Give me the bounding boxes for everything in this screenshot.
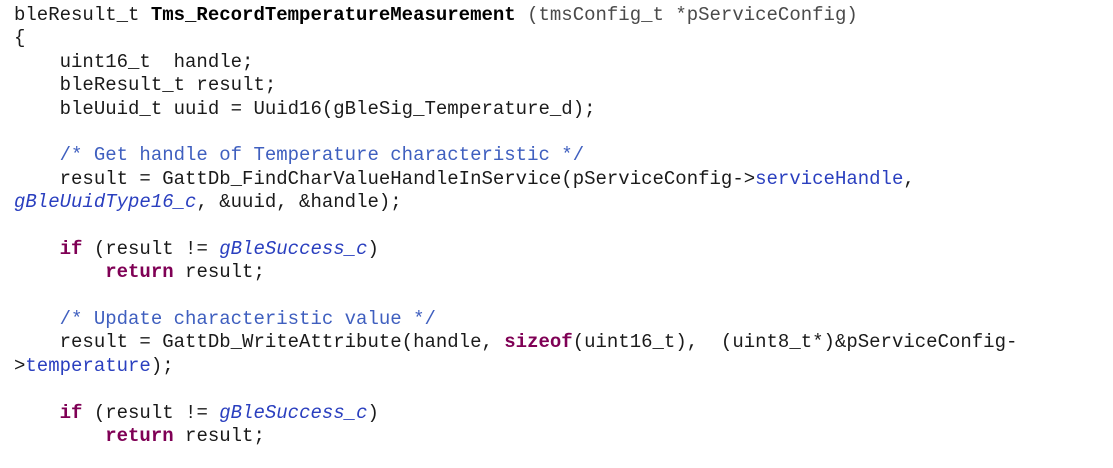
code-token: result = GattDb_WriteAttribute(handle, — [14, 331, 505, 354]
code-token: result; — [173, 261, 265, 284]
code-token: gBleSuccess_c — [219, 237, 368, 260]
code-line: { — [14, 27, 1017, 50]
code-token: uint16_t handle; — [14, 50, 254, 73]
code-token: { — [14, 27, 26, 50]
code-token: return — [105, 261, 174, 284]
code-token: ); — [150, 354, 174, 377]
code-line: uint16_t handle; — [14, 51, 1017, 74]
code-token: Tms_RecordTemperatureMeasurement — [150, 4, 516, 26]
code-token: /* Get handle of Temperature characteris… — [59, 144, 585, 167]
code-line: result = GattDb_FindCharValueHandleInSer… — [14, 168, 1017, 191]
code-token: (result != — [82, 401, 220, 424]
code-token: return — [105, 425, 174, 448]
code-line: gBleUuidType16_c, &uuid, &handle); — [14, 191, 1017, 214]
code-token: ) — [367, 401, 379, 424]
code-line: bleResult_t Tms_RecordTemperatureMeasure… — [14, 4, 1017, 27]
code-token: (uint16_t), (uint8_t*)&pServiceConfig- — [572, 331, 1018, 354]
code-token: temperature — [25, 354, 151, 377]
code-token: bleResult_t result; — [14, 74, 277, 97]
code-token: bleResult_t — [14, 4, 151, 26]
code-token: (tmsConfig_t *pServiceConfig) — [515, 4, 858, 26]
code-token: gBleSuccess_c — [219, 401, 368, 424]
code-token: result; — [173, 425, 265, 448]
code-token: , — [903, 167, 915, 190]
code-token: ) — [367, 237, 379, 260]
code-token: result = GattDb_FindCharValueHandleInSer… — [14, 167, 756, 190]
code-line: bleResult_t result; — [14, 74, 1017, 97]
code-line: /* Get handle of Temperature characteris… — [14, 144, 1017, 167]
code-token: , &uuid, &handle); — [196, 191, 402, 214]
code-token: (result != — [82, 237, 220, 260]
code-token: bleUuid_t uuid = Uuid16(gBleSig_Temperat… — [14, 97, 596, 120]
code-line: if (result != gBleSuccess_c) — [14, 402, 1017, 425]
code-line: result = GattDb_WriteAttribute(handle, s… — [14, 331, 1018, 354]
code-token: /* Update characteristic value */ — [59, 308, 436, 331]
code-listing: bleResult_t Tms_RecordTemperatureMeasure… — [14, 4, 1017, 448]
code-line: if (result != gBleSuccess_c) — [14, 238, 1017, 261]
code-token: serviceHandle — [755, 167, 904, 190]
code-token: if — [59, 237, 83, 260]
code-token: sizeof — [504, 331, 573, 354]
code-line: bleUuid_t uuid = Uuid16(gBleSig_Temperat… — [14, 98, 1017, 121]
code-line: return result; — [14, 425, 1017, 448]
code-line: >temperature); — [14, 355, 1017, 378]
code-token: gBleUuidType16_c — [14, 191, 197, 214]
code-line: return result; — [14, 261, 1017, 284]
code-token: > — [14, 354, 26, 377]
code-line: /* Update characteristic value */ — [14, 308, 1017, 331]
code-token: if — [59, 401, 83, 424]
